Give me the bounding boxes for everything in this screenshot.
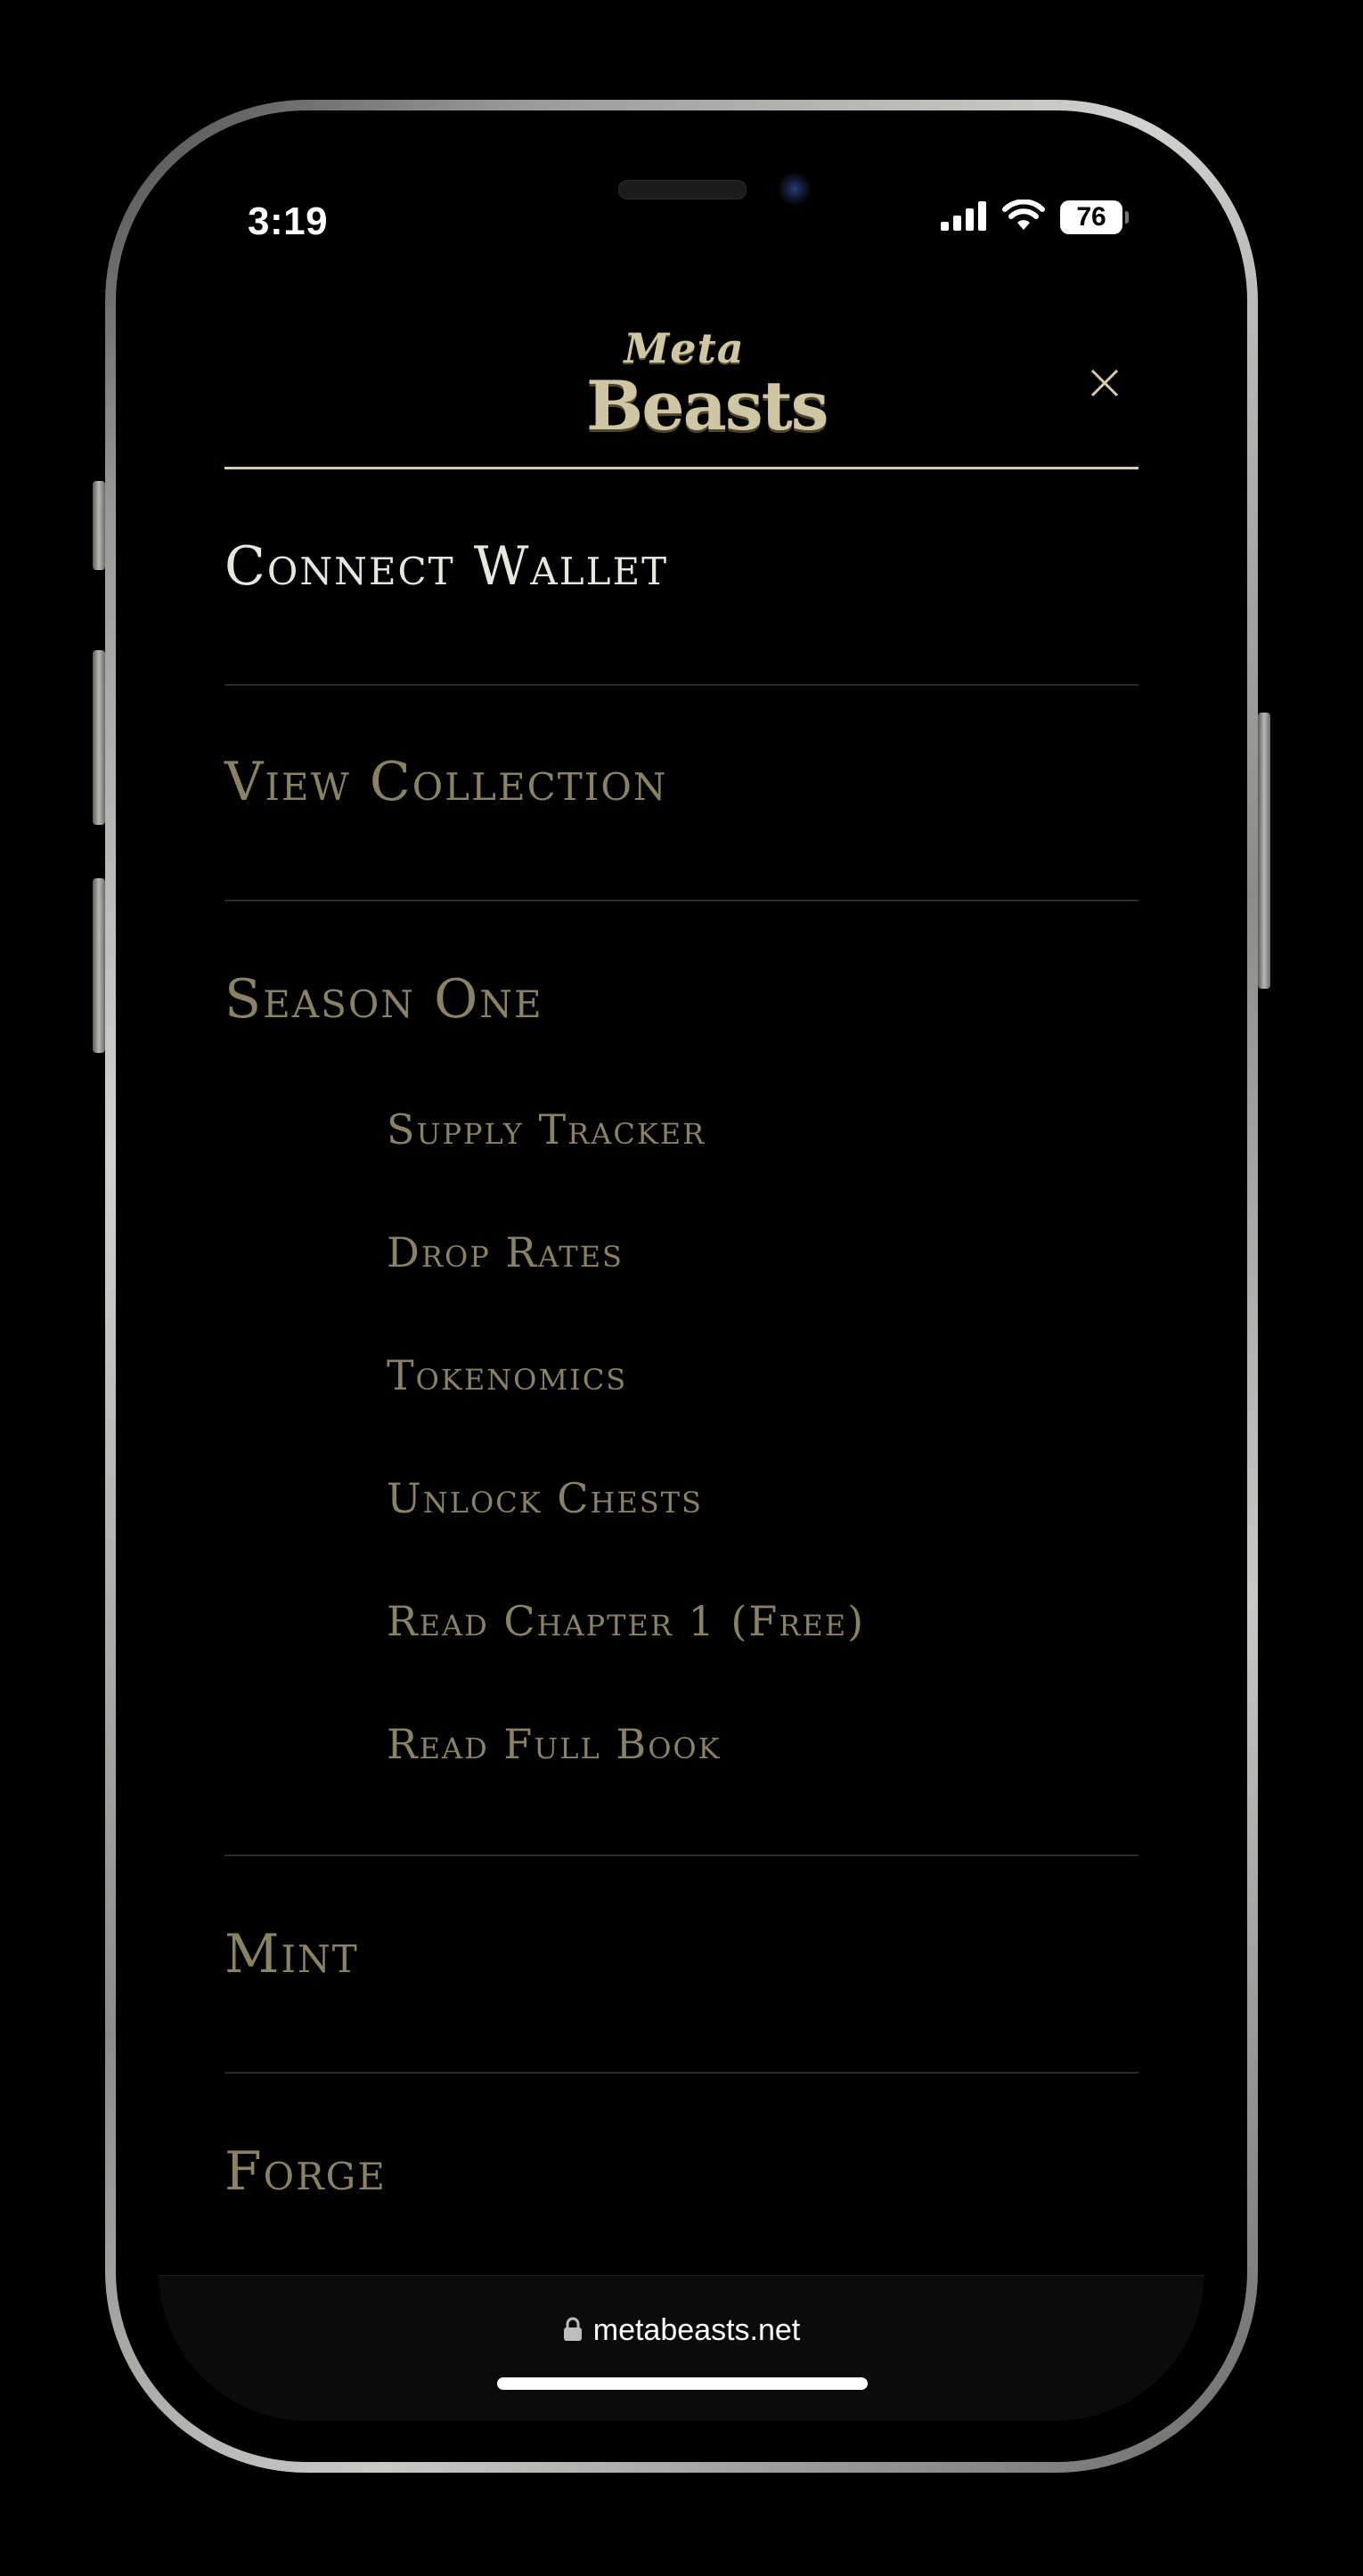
lock-icon [563, 2317, 583, 2345]
logo-top-text: Meta [624, 324, 745, 372]
header-divider [224, 467, 1139, 469]
home-indicator[interactable] [497, 2377, 868, 2390]
submenu-item-tokenomics[interactable]: Tokenomics [387, 1350, 627, 1400]
menu-divider [224, 1855, 1139, 1856]
mute-switch [93, 481, 105, 570]
volume-down-button [93, 878, 105, 1053]
close-icon [1085, 369, 1124, 406]
menu-item-view-collection[interactable]: View Collection [224, 750, 1139, 814]
status-time: 3:19 [248, 200, 329, 243]
cellular-signal-icon [941, 200, 987, 234]
earpiece-speaker [618, 180, 747, 200]
wifi-icon [1001, 199, 1046, 235]
submenu-item-drop-rates[interactable]: Drop Rates [387, 1227, 624, 1277]
submenu-item-read-chapter-1[interactable]: Read Chapter 1 (Free) [387, 1596, 865, 1646]
menu-item-forge[interactable]: Forge [224, 2140, 1139, 2204]
menu-item-season-one[interactable]: Season One [224, 967, 1139, 1031]
volume-up-button [93, 650, 105, 825]
front-camera [779, 173, 811, 205]
submenu-item-supply-tracker[interactable]: Supply Tracker [387, 1105, 706, 1154]
submenu-item-read-full-book[interactable]: Read Full Book [387, 1719, 722, 1769]
menu-divider [224, 2072, 1139, 2074]
menu-item-connect-wallet[interactable]: Connect Wallet [224, 534, 1139, 599]
browser-address-bar[interactable]: metabeasts.net [159, 2275, 1204, 2421]
menu-item-mint[interactable]: Mint [224, 1922, 1139, 1986]
url-text[interactable]: metabeasts.net [593, 2313, 800, 2348]
menu-divider [224, 900, 1139, 901]
menu-divider [224, 684, 1139, 686]
screen: 3:19 76 Meta Beasts Connect Wallet View … [159, 157, 1204, 2421]
submenu-item-unlock-chests[interactable]: Unlock Chests [387, 1473, 703, 1523]
battery-indicator: 76 [1060, 200, 1129, 234]
close-menu-button[interactable] [1085, 363, 1124, 403]
logo-bottom-text: Beasts [586, 366, 829, 445]
status-icons: 76 [941, 199, 1129, 235]
power-button [1258, 713, 1270, 989]
metabeasts-logo[interactable]: Meta Beasts [586, 324, 829, 444]
